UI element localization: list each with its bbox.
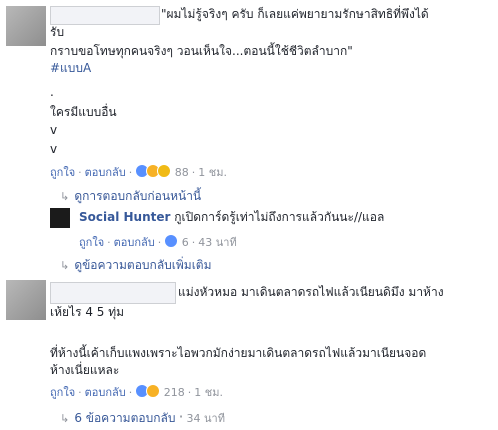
- comment-text-line: กราบขอโทษทุกคนจริงๆ วอนเห็นใจ...ตอนนี้ใช…: [50, 44, 353, 58]
- separator-dot: ·: [78, 166, 82, 179]
- reply-link[interactable]: ตอบกลับ: [114, 236, 155, 249]
- reaction-count: 6: [181, 236, 189, 249]
- comment-text-line: .: [50, 85, 54, 99]
- separator-dot: ·: [128, 386, 133, 399]
- comment-text-line: เห้ยไร 4 5 ทุ่ม: [50, 305, 125, 319]
- comment-text-line: "ผมไม่รู้จริงๆ ครับ ก็เลยแค่พยายามรักษาส…: [161, 7, 429, 21]
- haha-reaction-icon: [146, 384, 161, 398]
- like-link[interactable]: ถูกใจ: [50, 386, 75, 399]
- comment-text-line: แม่งหัวหมอ มาเดินตลาดรถไฟแล้วเนียนดิมึง …: [178, 285, 444, 299]
- like-reaction-icon: [164, 234, 179, 248]
- reaction-count: 218: [163, 386, 185, 399]
- reply-arrow-icon: ↳: [60, 190, 70, 203]
- separator-dot: ·: [191, 166, 196, 179]
- reactions[interactable]: 218: [135, 384, 185, 399]
- avatar[interactable]: [6, 6, 46, 46]
- reactions[interactable]: 6: [164, 234, 189, 249]
- separator-dot: ·: [157, 236, 162, 249]
- separator-dot: ·: [191, 236, 196, 249]
- avatar[interactable]: [6, 280, 46, 320]
- separator-dot: ·: [187, 386, 192, 399]
- comment-text-line: ห้างเนี่ยแหละ: [50, 363, 120, 377]
- comment-text-line: v: [50, 123, 58, 137]
- reply-text: กูเปิดการ์ดรู้เท่าไม่ถึงการแล้วกันนะ//แอ…: [174, 210, 385, 224]
- separator-dot: ·: [128, 166, 133, 179]
- comment-actions: ถูกใจ · ตอบกลับ · 218 · 1 ชม.: [50, 384, 223, 400]
- reply-arrow-icon: ↳: [60, 259, 70, 272]
- separator-dot: ·: [78, 386, 82, 399]
- commenter-name-redacted[interactable]: [50, 6, 160, 25]
- reactions[interactable]: 88: [135, 164, 189, 179]
- comment-text-line: v: [50, 142, 58, 156]
- hashtag-link[interactable]: #แบบA: [50, 60, 91, 77]
- reaction-count: 88: [174, 166, 189, 179]
- view-more-replies[interactable]: ↳ ดูข้อความตอบกลับเพิ่มเติม: [60, 254, 212, 275]
- reply-actions: ถูกใจ · ตอบกลับ · 6 · 43 นาที: [79, 234, 237, 250]
- separator-dot: ·: [107, 236, 111, 249]
- timestamp[interactable]: 1 ชม.: [194, 386, 223, 399]
- comment-actions: ถูกใจ · ตอบกลับ · 88 · 1 ชม.: [50, 164, 227, 180]
- reply-author[interactable]: Social Hunter: [79, 210, 170, 224]
- comment-text-line: ที่ห้างนี้เค้าเก็บแพงเพราะไอพวกมักง่ายมา…: [50, 346, 427, 360]
- separator-dot: ·: [178, 407, 184, 426]
- reply-arrow-icon: ↳: [60, 412, 70, 425]
- timestamp[interactable]: 1 ชม.: [198, 166, 227, 179]
- timestamp: 34 นาที: [186, 412, 225, 425]
- sad-reaction-icon: [157, 164, 172, 178]
- reply-link[interactable]: ตอบกลับ: [85, 166, 126, 179]
- reply-link[interactable]: ตอบกลับ: [85, 386, 126, 399]
- avatar[interactable]: [50, 208, 70, 228]
- like-link[interactable]: ถูกใจ: [50, 166, 75, 179]
- comment-text-line: รับ: [50, 25, 65, 39]
- view-replies[interactable]: ↳ 6 ข้อความตอบกลับ · 34 นาที: [60, 407, 225, 428]
- commenter-name-redacted[interactable]: [50, 282, 176, 304]
- comment-text-line: ใครมีแบบอื่น: [50, 105, 117, 119]
- reply-body: Social Hunter กูเปิดการ์ดรู้เท่าไม่ถึงกา…: [79, 209, 384, 226]
- timestamp[interactable]: 43 นาที: [198, 236, 236, 249]
- like-link[interactable]: ถูกใจ: [79, 236, 104, 249]
- view-previous-replies[interactable]: ↳ ดูการตอบกลับก่อนหน้านี้: [60, 185, 201, 206]
